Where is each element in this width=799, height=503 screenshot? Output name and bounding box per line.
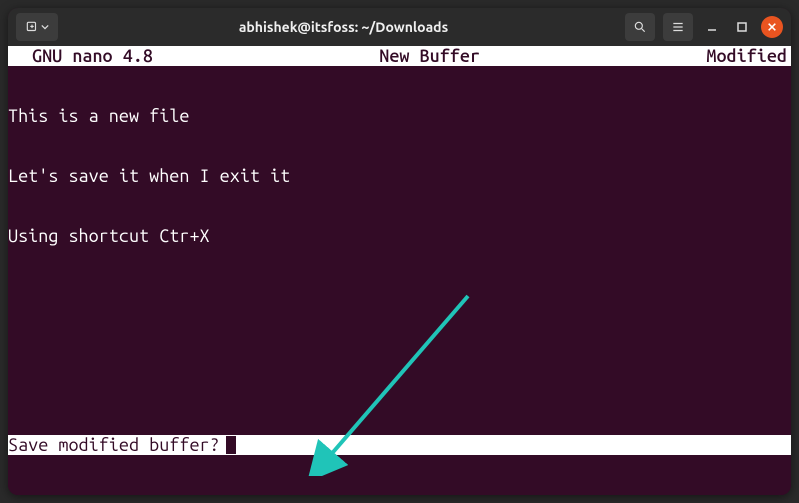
minimize-button[interactable]	[701, 16, 723, 38]
content-line: Let's save it when I exit it	[8, 166, 791, 186]
maximize-button[interactable]	[731, 16, 753, 38]
nano-header: GNU nano 4.8 New Buffer Modified	[8, 46, 791, 66]
cursor	[226, 436, 236, 454]
search-icon	[633, 20, 647, 34]
nano-buffer-name: New Buffer	[153, 46, 706, 66]
new-tab-icon	[25, 20, 39, 34]
terminal-area[interactable]: GNU nano 4.8 New Buffer Modified This is…	[8, 46, 791, 495]
close-button[interactable]	[761, 16, 783, 38]
menu-button[interactable]	[663, 13, 693, 41]
close-icon	[767, 22, 777, 32]
maximize-icon	[736, 21, 748, 33]
prompt-text: Save modified buffer?	[8, 435, 220, 455]
nano-shortcuts: Y Yes N No^C Cancel	[8, 455, 791, 495]
content-line: Using shortcut Ctr+X	[8, 226, 791, 246]
hamburger-icon	[671, 20, 685, 34]
new-tab-button[interactable]	[16, 13, 58, 41]
nano-modified-flag: Modified	[706, 46, 791, 66]
terminal-window: abhishek@itsfoss: ~/Downloads GNU nano 4…	[8, 8, 791, 495]
titlebar: abhishek@itsfoss: ~/Downloads	[8, 8, 791, 46]
content-line: This is a new file	[8, 106, 791, 126]
window-title: abhishek@itsfoss: ~/Downloads	[62, 19, 625, 35]
chevron-down-icon	[41, 23, 49, 31]
nano-version: GNU nano 4.8	[8, 46, 153, 66]
search-button[interactable]	[625, 13, 655, 41]
editor-content: This is a new file Let's save it when I …	[8, 66, 791, 286]
minimize-icon	[706, 21, 718, 33]
save-prompt: Save modified buffer?	[8, 435, 791, 455]
